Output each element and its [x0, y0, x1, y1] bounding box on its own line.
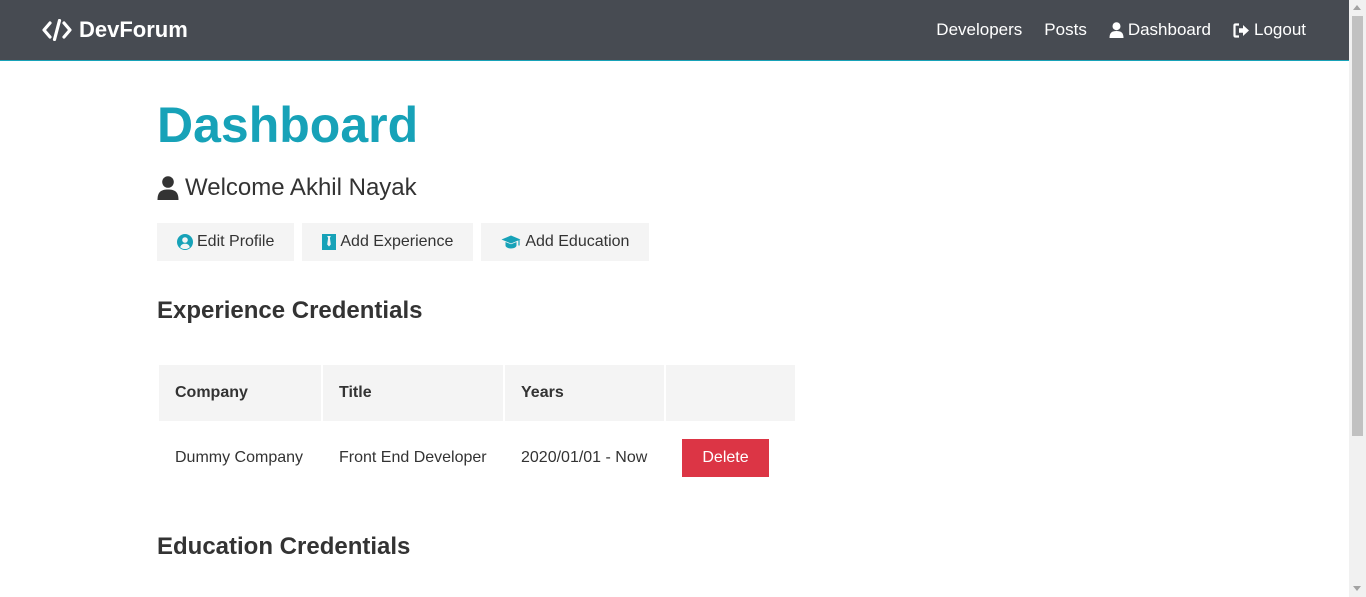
scroll-down-arrow[interactable] [1353, 586, 1361, 591]
nav-links: Developers Posts Dashboard Logout [914, 20, 1306, 40]
brand-name: DevForum [79, 17, 188, 42]
nav-logout-label: Logout [1254, 20, 1306, 39]
nav-dashboard-label: Dashboard [1127, 20, 1211, 39]
scroll-up-arrow[interactable] [1353, 5, 1361, 10]
nav-logout-link[interactable]: Logout [1233, 20, 1306, 40]
column-header-title: Title [323, 365, 503, 421]
table-header-row: Company Title Years [159, 365, 795, 421]
edit-profile-button[interactable]: Edit Profile [157, 223, 295, 261]
column-header-years: Years [505, 365, 664, 421]
experience-table: Company Title Years Dummy Company Front … [157, 363, 797, 495]
cell-company: Dummy Company [175, 449, 304, 466]
nav-posts-label: Posts [1044, 20, 1087, 39]
welcome-message: Welcome Akhil Nayak [157, 173, 417, 203]
black-tie-icon [322, 234, 337, 250]
cell-years: 2020/01/01 - Now [521, 449, 648, 466]
scrollbar-thumb[interactable] [1352, 16, 1363, 436]
user-icon [157, 176, 179, 200]
vertical-scrollbar[interactable] [1349, 0, 1366, 597]
column-header-action [666, 365, 795, 421]
nav-posts-link[interactable]: Posts [1044, 20, 1087, 40]
brand-link[interactable]: DevForum [42, 17, 188, 43]
graduation-cap-icon [501, 235, 521, 249]
sign-out-icon [1233, 22, 1249, 38]
add-experience-button[interactable]: Add Experience [302, 223, 474, 261]
education-heading: Education Credentials [157, 533, 411, 560]
code-icon [42, 19, 72, 41]
navbar: DevForum Developers Posts Dashboard Logo… [0, 0, 1349, 61]
dashboard-actions: Edit Profile Add Experience Add Educatio… [157, 223, 657, 261]
add-education-label: Add Education [525, 233, 630, 250]
column-header-company: Company [159, 365, 321, 421]
cell-title: Front End Developer [339, 449, 487, 466]
nav-developers-label: Developers [936, 20, 1023, 39]
add-experience-label: Add Experience [340, 233, 454, 250]
nav-dashboard-link[interactable]: Dashboard [1109, 20, 1211, 40]
add-education-button[interactable]: Add Education [481, 223, 650, 261]
page-title: Dashboard [157, 97, 419, 153]
table-row: Dummy Company Front End Developer 2020/0… [159, 423, 795, 493]
delete-experience-button[interactable]: Delete [682, 439, 769, 477]
cell-action: Delete [666, 423, 795, 493]
edit-profile-label: Edit Profile [197, 233, 275, 250]
welcome-text: Welcome Akhil Nayak [185, 174, 417, 201]
user-icon [1109, 22, 1124, 38]
nav-developers-link[interactable]: Developers [936, 20, 1022, 40]
user-circle-icon [177, 234, 193, 250]
experience-heading: Experience Credentials [157, 297, 423, 324]
